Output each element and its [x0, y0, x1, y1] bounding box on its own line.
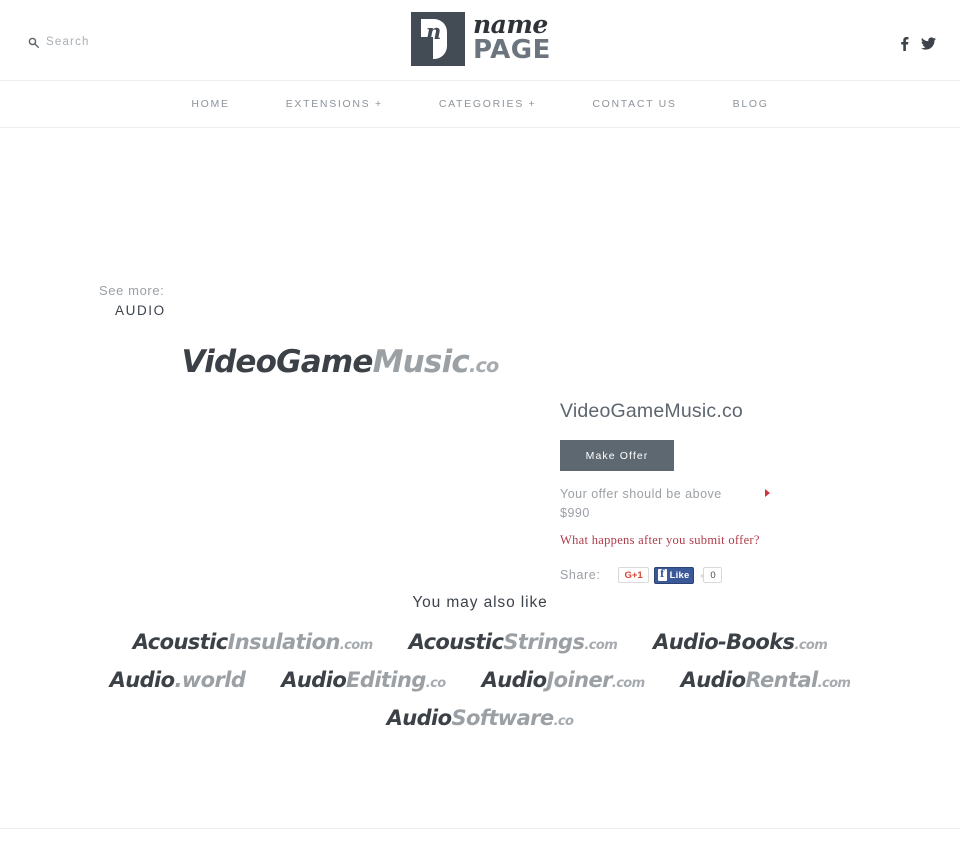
related-domain-audioediting[interactable]: AudioEditing.co: [263, 668, 463, 692]
share-label: Share:: [560, 568, 601, 583]
related-domain-audio-books[interactable]: Audio-Books.com: [635, 630, 845, 654]
share-row: Share: G+1 f Like 0: [560, 566, 860, 584]
logo-page-text: PAGE: [473, 35, 551, 65]
also-like-row: AcousticInsulation.com AcousticStrings.c…: [0, 630, 960, 654]
also-like-row: Audio.world AudioEditing.co AudioJoiner.…: [0, 668, 960, 692]
page-title: VideoGameMusic.co: [560, 400, 743, 422]
search-input[interactable]: [46, 36, 176, 48]
hero-domain-tld: .co: [468, 354, 499, 377]
nav-item-home[interactable]: HOME: [163, 98, 257, 110]
header-social-links: [900, 36, 936, 56]
facebook-like-label: Like: [669, 569, 690, 581]
offer-panel: VideoGameMusic.co Make Offer Your offer …: [560, 400, 860, 584]
make-offer-button[interactable]: Make Offer: [560, 440, 674, 471]
domain-hero: VideoGameMusic.co: [0, 344, 680, 380]
see-more-category-link[interactable]: AUDIO: [115, 302, 166, 320]
share-buttons: G+1 f Like 0: [618, 566, 723, 584]
related-domain-secondary: Joiner: [546, 668, 612, 692]
related-domain-secondary: Editing: [346, 668, 426, 692]
related-domain-primary: Audio: [109, 668, 175, 692]
related-domain-tld: .com: [611, 676, 645, 691]
also-like-grid: AcousticInsulation.com AcousticStrings.c…: [0, 630, 960, 744]
facebook-f-icon: f: [657, 569, 667, 582]
related-domain-tld: .com: [584, 638, 618, 653]
logo-name-text: name: [473, 10, 548, 39]
related-domain-primary: Audio-Books: [653, 630, 795, 654]
related-domain-primary: Audio: [481, 668, 547, 692]
site-header: n name PAGE: [0, 0, 960, 81]
related-domain-secondary: Insulation: [227, 630, 341, 654]
related-domain-primary: Audio: [281, 668, 347, 692]
main-navigation: HOME EXTENSIONS + CATEGORIES + CONTACT U…: [0, 81, 960, 128]
facebook-like-count: 0: [700, 567, 723, 584]
also-like-row: AudioSoftware.co: [0, 706, 960, 730]
related-domain-secondary: Software: [451, 706, 554, 730]
related-domain-tld: .co: [553, 714, 574, 729]
related-domain-secondary: Rental: [745, 668, 818, 692]
related-domain-audiorental[interactable]: AudioRental.com: [663, 668, 869, 692]
hero-domain-primary: VideoGame: [181, 344, 374, 380]
related-domain-audiosoftware[interactable]: AudioSoftware.co: [369, 706, 592, 730]
offer-hint-row: Your offer should be above $990: [560, 485, 772, 524]
logo-mark-letter: n: [426, 19, 442, 44]
nav-item-categories[interactable]: CATEGORIES +: [411, 98, 565, 110]
related-domain-primary: Acoustic: [408, 630, 504, 654]
related-domain-tld: .com: [794, 638, 828, 653]
offer-info-link[interactable]: What happens after you submit offer?: [560, 533, 760, 548]
related-domain-tld: .world: [174, 668, 246, 692]
related-domain-audioworld[interactable]: Audio.world: [92, 668, 264, 692]
info-arrow-icon[interactable]: [765, 489, 770, 497]
see-more-block: See more: AUDIO: [99, 280, 166, 320]
offer-hint-line-1: Your offer should be above: [560, 487, 722, 501]
facebook-icon[interactable]: [900, 36, 909, 56]
offer-minimum-price: $990: [560, 506, 590, 521]
related-domain-audiojoiner[interactable]: AudioJoiner.com: [464, 668, 663, 692]
hero-domain-logo: VideoGameMusic.co: [0, 344, 680, 380]
nav-item-blog[interactable]: BLOG: [705, 98, 797, 110]
related-domain-primary: Audio: [680, 668, 746, 692]
hero-domain-secondary: Music: [372, 344, 470, 380]
facebook-like-button[interactable]: f Like: [653, 566, 695, 584]
site-logo[interactable]: n name PAGE: [411, 12, 551, 68]
google-plus-button[interactable]: G+1: [618, 567, 649, 584]
nav-item-extensions[interactable]: EXTENSIONS +: [258, 98, 411, 110]
search-icon: [28, 37, 39, 48]
related-domain-acousticinsulation[interactable]: AcousticInsulation.com: [115, 630, 391, 654]
twitter-icon[interactable]: [921, 37, 936, 55]
related-domain-tld: .co: [425, 676, 446, 691]
related-domain-primary: Audio: [386, 706, 452, 730]
search-box[interactable]: [28, 36, 176, 48]
related-domain-tld: .com: [339, 638, 373, 653]
related-domain-acousticstrings[interactable]: AcousticStrings.com: [391, 630, 636, 654]
related-domain-secondary: Strings: [503, 630, 585, 654]
also-like-title: You may also like: [412, 594, 548, 611]
related-domain-primary: Acoustic: [132, 630, 228, 654]
footer-navigation: ABOUT US TERMS OF SERVICE PRIVACY POLICY…: [0, 828, 960, 848]
logo-mark-icon: n: [411, 12, 465, 66]
see-more-label: See more:: [99, 283, 165, 298]
related-domain-tld: .com: [817, 676, 851, 691]
nav-item-contact-us[interactable]: CONTACT US: [564, 98, 704, 110]
